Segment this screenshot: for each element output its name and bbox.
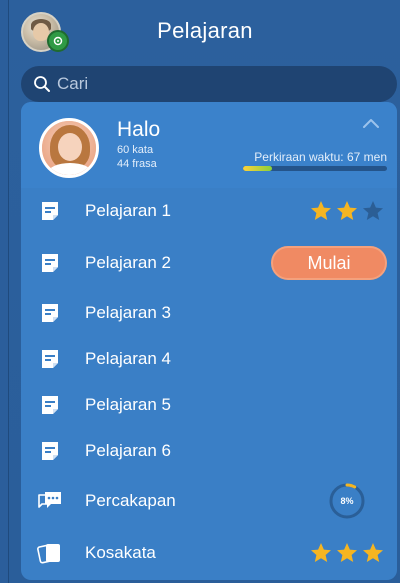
- star-filled-icon: [337, 201, 357, 220]
- conversation-row[interactable]: Percakapan 8%: [21, 478, 397, 524]
- greeting: Halo: [117, 118, 161, 141]
- vocabulary-stars: [309, 541, 385, 565]
- lesson-doc-icon: [42, 350, 58, 368]
- lesson-doc-icon: [42, 304, 58, 322]
- time-estimate: Perkiraan waktu: 67 men: [254, 150, 387, 164]
- lesson-stars: [309, 199, 385, 223]
- vocabulary-row[interactable]: Kosakata: [21, 530, 397, 576]
- star-filled-icon: [363, 543, 383, 562]
- lesson-doc-icon: [42, 442, 58, 460]
- lessons-screen: Pelajaran Halo 60 kata 44 frasa Perkiraa…: [8, 0, 400, 583]
- conversation-progress-text: 8%: [340, 496, 354, 506]
- tutor-avatar: [39, 118, 99, 178]
- search-icon: [34, 76, 50, 92]
- app-header: Pelajaran: [9, 0, 400, 62]
- search-bar[interactable]: [21, 66, 397, 102]
- word-count: 60 kata: [117, 144, 154, 156]
- lesson-label: Pelajaran 2: [85, 253, 172, 272]
- lesson-row-4[interactable]: Pelajaran 4: [21, 336, 397, 382]
- phrase-count: 44 frasa: [117, 158, 157, 170]
- star-empty-icon: [363, 201, 383, 220]
- lesson-label: Pelajaran 3: [85, 303, 172, 322]
- lesson-row-2[interactable]: Pelajaran 2 Mulai: [21, 240, 397, 286]
- lesson-row-1[interactable]: Pelajaran 1: [21, 188, 397, 234]
- time-estimate-fill: [243, 166, 272, 171]
- flashcards-icon: [37, 544, 60, 564]
- page-title: Pelajaran: [157, 18, 253, 43]
- vocabulary-label: Kosakata: [85, 543, 156, 562]
- conversation-label: Percakapan: [85, 491, 176, 510]
- start-lesson-button[interactable]: Mulai: [271, 246, 387, 280]
- chevron-up-icon[interactable]: [361, 116, 381, 130]
- search-input[interactable]: [57, 74, 377, 94]
- profile-summary: Halo 60 kata 44 frasa Perkiraan waktu: 6…: [21, 102, 397, 188]
- lesson-doc-icon: [42, 396, 58, 414]
- lesson-row-3[interactable]: Pelajaran 3: [21, 290, 397, 336]
- lesson-label: Pelajaran 4: [85, 349, 172, 368]
- lesson-label: Pelajaran 1: [85, 201, 172, 220]
- star-filled-icon: [311, 543, 331, 562]
- lesson-row-5[interactable]: Pelajaran 5: [21, 382, 397, 428]
- lesson-label: Pelajaran 6: [85, 441, 172, 460]
- time-estimate-bar: [243, 166, 387, 171]
- lesson-doc-icon: [42, 254, 58, 272]
- lesson-row-6[interactable]: Pelajaran 6: [21, 428, 397, 474]
- conversation-progress: 8%: [327, 481, 367, 521]
- lesson-label: Pelajaran 5: [85, 395, 172, 414]
- chat-bubbles-icon: [38, 492, 61, 508]
- star-filled-icon: [337, 543, 357, 562]
- star-filled-icon: [311, 201, 331, 220]
- course-card: Halo 60 kata 44 frasa Perkiraan waktu: 6…: [21, 102, 397, 580]
- lesson-doc-icon: [42, 202, 58, 220]
